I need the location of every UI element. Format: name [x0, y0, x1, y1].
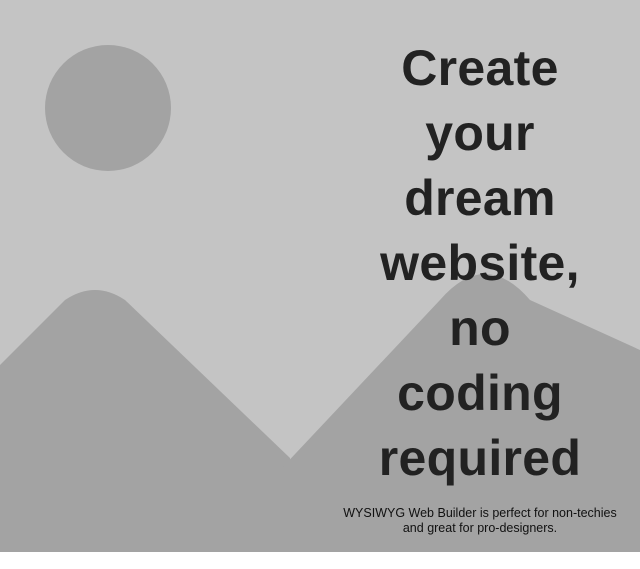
left-mountain [0, 290, 290, 552]
page-bottom-strip [0, 552, 640, 569]
hero-tagline: WYSIWYG Web Builder is perfect for non-t… [343, 506, 617, 535]
hero-headline: Create your dream website, no coding req… [378, 40, 582, 486]
hero-banner: Create your dream website, no coding req… [0, 0, 640, 552]
sun-circle [45, 45, 171, 171]
